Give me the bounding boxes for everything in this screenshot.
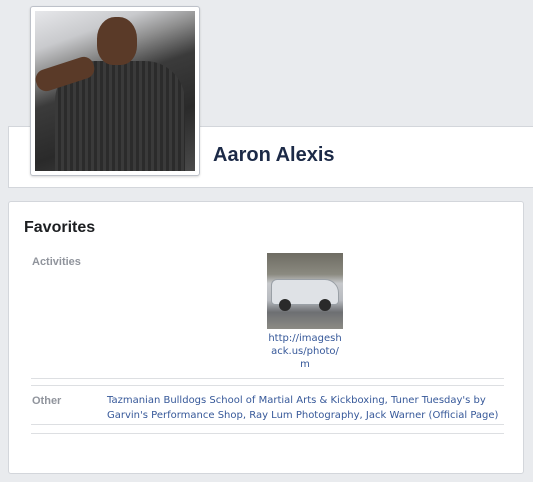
activity-thumbnail[interactable] [267,253,343,329]
section-divider [31,433,504,434]
other-label: Other [32,395,62,407]
other-link-ray-lum-photography[interactable]: Ray Lum Photography [249,410,359,421]
other-list: Tazmanian Bulldogs School of Martial Art… [107,393,507,423]
profile-photo[interactable] [30,6,200,176]
profile-photo-image [35,11,195,171]
activity-item[interactable]: http://imagesh ack.us/photo/m [267,253,343,371]
favorites-card: Favorites Activities http://imagesh ack.… [8,201,524,474]
favorites-title: Favorites [24,219,96,236]
section-divider [31,424,504,425]
other-link-tazmanian-bulldogs[interactable]: Tazmanian Bulldogs School of Martial Art… [107,395,385,406]
activity-caption-line1: http://imagesh [268,333,342,344]
activity-caption-link[interactable]: http://imagesh ack.us/photo/m [267,332,343,371]
profile-name[interactable]: Aaron Alexis [213,144,335,167]
section-divider [31,385,504,386]
other-link-jack-warner[interactable]: Jack Warner (Official Page) [366,410,499,421]
activities-label: Activities [32,256,81,268]
section-divider [31,378,504,379]
activity-caption-line2: ack.us/photo/m [271,346,339,370]
